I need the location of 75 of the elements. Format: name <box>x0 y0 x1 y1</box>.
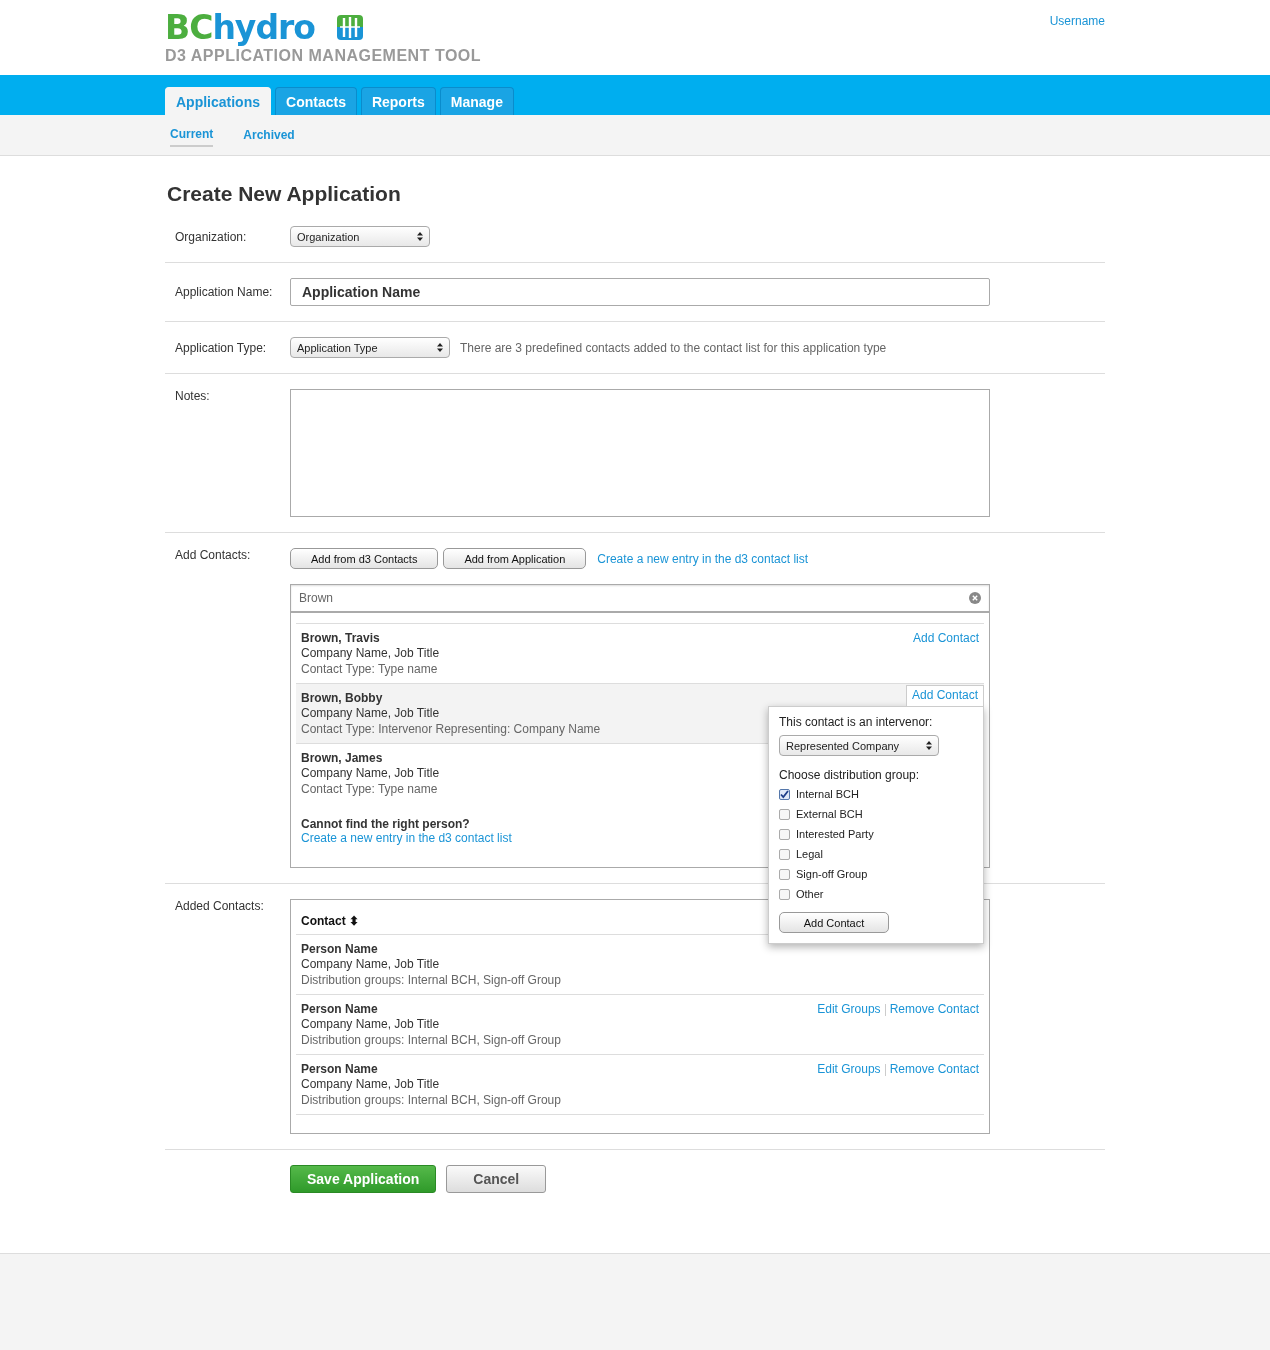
checkbox[interactable] <box>779 788 790 800</box>
add-contact-link[interactable]: Add Contact <box>905 685 984 706</box>
checkbox-label: External BCH <box>796 808 863 820</box>
contact-company: Company Name, Job Title <box>301 765 440 781</box>
contact-type: Contact Type: Intervenor Representing: Company Name <box>301 721 601 737</box>
not-found-text: Cannot find the right person? <box>301 817 471 831</box>
checkbox-label: Legal <box>796 848 823 860</box>
updown-arrows-icon <box>437 343 443 352</box>
checkbox[interactable] <box>779 888 790 900</box>
logo-wordmark: BChydro <box>165 7 315 47</box>
cancel-button[interactable]: Cancel <box>446 1165 547 1193</box>
field-label: Application Name: <box>174 285 274 299</box>
clear-icon[interactable] <box>969 592 981 604</box>
field-label: Application Type: <box>174 340 268 355</box>
company-select[interactable]: Represented Company <box>779 735 939 756</box>
contact-company: Company Name, Job Title <box>301 705 441 721</box>
nav-tab[interactable]: Manage <box>439 87 514 115</box>
contact-name: Brown, Bobby <box>301 691 384 705</box>
username-link[interactable]: Username <box>1049 14 1105 65</box>
distribution-groups: Distribution groups: Internal BCH, Sign-off Group <box>301 1032 561 1048</box>
contact-type: Contact Type: Type name <box>301 781 439 797</box>
intervenor-label: This contact is an intervenor: <box>779 715 934 729</box>
contact-name: Brown, James <box>301 751 384 765</box>
contact-name: Person Name <box>301 1062 379 1076</box>
contact-action-link[interactable]: Remove Contact <box>889 1002 979 1016</box>
contact-company: Company Name, Job Title <box>301 1076 441 1092</box>
subnav-link[interactable]: Archived <box>243 124 295 146</box>
field-label: Add Contacts: <box>174 548 252 562</box>
checkbox[interactable] <box>779 828 790 840</box>
application-type-select[interactable]: Application Type <box>290 337 450 358</box>
contact-action-link[interactable]: Edit Groups <box>817 1002 881 1016</box>
updown-arrows-icon <box>926 741 932 750</box>
contact-name: Person Name <box>301 942 379 956</box>
subnav-link[interactable]: Current <box>170 123 214 147</box>
create-entry-link[interactable]: Create a new entry in the d3 contact list <box>301 831 512 845</box>
notes-field[interactable] <box>290 389 990 517</box>
contact-type: Contact Type: Type name <box>301 661 439 677</box>
nav-tab[interactable]: Contacts <box>275 87 357 115</box>
search-field[interactable]: Brown <box>290 584 990 612</box>
checkbox[interactable] <box>779 848 790 860</box>
distribution-groups: Distribution groups: Internal BCH, Sign-off Group <box>301 972 561 988</box>
page-title: Create New Application <box>167 182 402 206</box>
field-label: Notes: <box>174 389 211 403</box>
checkbox-label: Sign-off Group <box>796 868 868 880</box>
add-contacts-button[interactable]: Add from d3 Contacts <box>290 548 439 569</box>
checkbox[interactable] <box>779 868 790 880</box>
add-contacts-button[interactable]: Add from Application <box>443 548 587 569</box>
checkbox[interactable] <box>779 808 790 820</box>
logo-icon <box>336 14 363 40</box>
contact-action-link[interactable]: Edit Groups <box>817 1062 881 1076</box>
app-title: D3 APPLICATION MANAGEMENT TOOL <box>165 47 482 65</box>
checkbox-label: Internal BCH <box>796 788 859 800</box>
field-label: Organization: <box>174 229 248 244</box>
updown-arrows-icon <box>417 232 423 241</box>
contact-company: Company Name, Job Title <box>301 645 440 661</box>
contact-company: Company Name, Job Title <box>301 1016 441 1032</box>
add-contact-link[interactable]: Add Contact <box>912 631 979 647</box>
hint-text: There are 3 predefined contacts added to the contact list for this application type <box>460 340 887 355</box>
nav-tab[interactable]: Reports <box>360 87 436 115</box>
contact-action-link[interactable]: Remove Contact <box>889 1062 979 1076</box>
group-label: Choose distribution group: <box>779 768 921 782</box>
checkbox-label: Interested Party <box>796 828 874 840</box>
contact-name: Person Name <box>301 1002 379 1016</box>
application-name-field[interactable]: Application Name <box>290 278 990 306</box>
contact-column-header[interactable]: Contact ⬍ <box>301 914 359 928</box>
add-contact-button[interactable]: Add Contact <box>779 912 889 933</box>
contact-company: Company Name, Job Title <box>301 956 441 972</box>
field-label: Added Contacts: <box>174 899 265 913</box>
create-entry-link[interactable]: Create a new entry in the d3 contact list <box>597 551 809 566</box>
nav-tab[interactable]: Applications <box>165 87 271 115</box>
checkbox-label: Other <box>796 888 824 900</box>
distribution-groups: Distribution groups: Internal BCH, Sign-off Group <box>301 1092 561 1108</box>
contact-name: Brown, Travis <box>301 631 381 645</box>
save-button[interactable]: Save Application <box>290 1165 437 1193</box>
organization-select[interactable]: Organization <box>290 226 430 247</box>
